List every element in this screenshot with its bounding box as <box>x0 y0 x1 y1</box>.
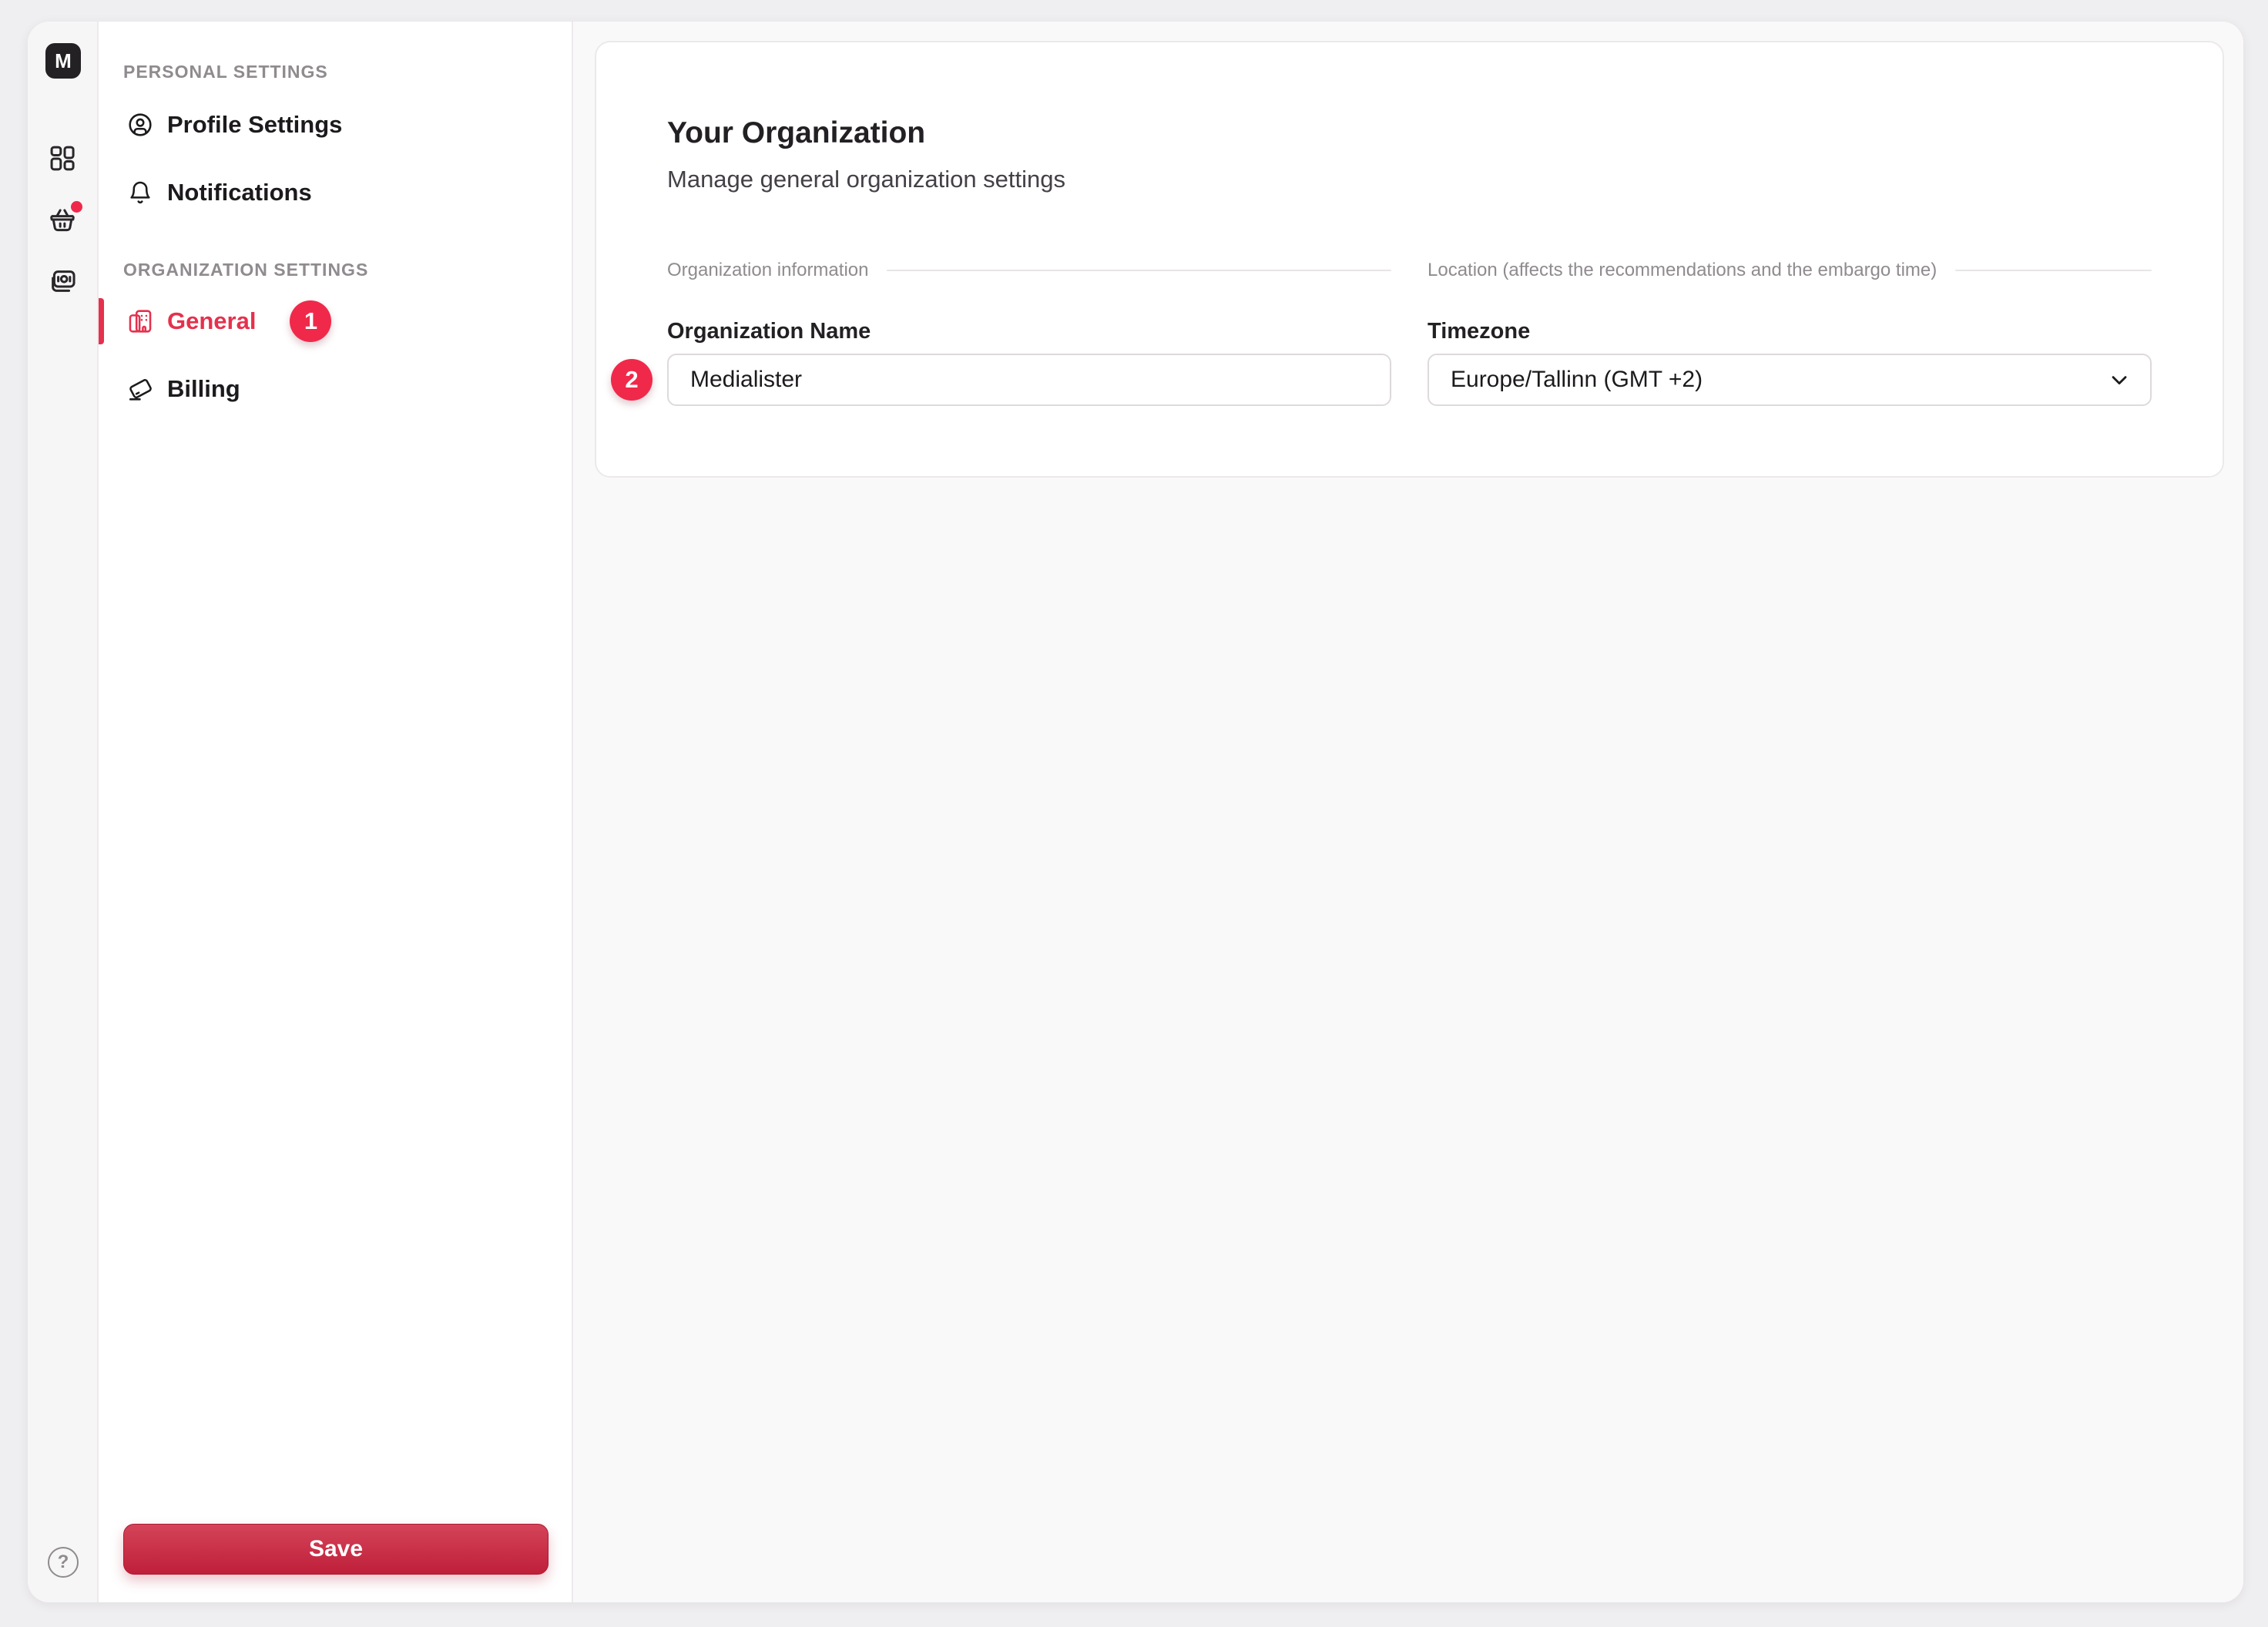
page-background: M ? PERSONAL SETTINGS Profile Settings N… <box>0 0 2268 1627</box>
org-info-column: Organization information Organization Na… <box>611 260 1391 406</box>
notification-dot <box>71 201 82 213</box>
sidebar-heading-organization: ORGANIZATION SETTINGS <box>123 260 369 280</box>
sidebar-item-label: Profile Settings <box>167 111 343 138</box>
section-label: Location (affects the recommendations an… <box>1428 260 1938 280</box>
sidebar-item-label: Notifications <box>167 179 312 206</box>
location-column: Location (affects the recommendations an… <box>1428 260 2152 406</box>
sidebar-item-label: General <box>167 307 257 334</box>
section-label: Organization information <box>667 260 869 280</box>
sidebar-item-label: Billing <box>167 375 240 402</box>
timezone-field-wrap: Europe/Tallinn (GMT +2) <box>1428 354 2152 406</box>
timezone-select[interactable]: Europe/Tallinn (GMT +2) <box>1428 354 2152 406</box>
org-name-field-wrap: 2 <box>611 354 1391 406</box>
sidebar-item-billing[interactable]: Billing <box>99 364 572 414</box>
dashboard-icon[interactable] <box>48 143 77 173</box>
form-grid: Organization information Organization Na… <box>611 260 2152 406</box>
settings-sidebar: PERSONAL SETTINGS Profile Settings Notif… <box>99 22 573 1602</box>
bell-icon <box>130 181 150 204</box>
organization-name-input[interactable] <box>667 354 1391 406</box>
help-icon[interactable]: ? <box>48 1547 79 1578</box>
sidebar-heading-personal: PERSONAL SETTINGS <box>123 62 328 82</box>
page-subtitle: Manage general organization settings <box>667 166 1066 193</box>
sidebar-item-notifications[interactable]: Notifications <box>99 168 572 217</box>
app-window: M ? PERSONAL SETTINGS Profile Settings N… <box>28 22 2243 1602</box>
section-divider <box>887 270 1391 271</box>
sidebar-item-general[interactable]: General 1 <box>99 297 572 346</box>
annotation-step-2: 2 <box>611 359 653 401</box>
timezone-selected-value: Europe/Tallinn (GMT +2) <box>1451 367 1703 392</box>
banknote-icon[interactable] <box>48 267 77 296</box>
organization-card: Your Organization Manage general organiz… <box>595 41 2224 478</box>
page-title: Your Organization <box>667 116 926 149</box>
org-name-label: Organization Name <box>667 319 871 344</box>
org-info-section-header: Organization information <box>667 260 1391 281</box>
user-circle-icon <box>129 113 152 136</box>
credit-card-icon <box>129 379 152 401</box>
icon-rail: M ? <box>28 22 99 1602</box>
timezone-label: Timezone <box>1428 319 1531 344</box>
section-divider <box>1955 270 2152 271</box>
save-button[interactable]: Save <box>123 1524 549 1575</box>
buildings-icon <box>129 310 152 333</box>
workspace-logo[interactable]: M <box>45 43 81 79</box>
annotation-step-1: 1 <box>290 300 332 342</box>
rail-icons <box>28 143 97 296</box>
chevron-down-icon <box>2112 376 2127 385</box>
sidebar-item-profile-settings[interactable]: Profile Settings <box>99 100 572 149</box>
main-content: Your Organization Manage general organiz… <box>573 22 2243 1602</box>
location-section-header: Location (affects the recommendations an… <box>1428 260 2152 281</box>
basket-icon[interactable] <box>48 201 82 234</box>
